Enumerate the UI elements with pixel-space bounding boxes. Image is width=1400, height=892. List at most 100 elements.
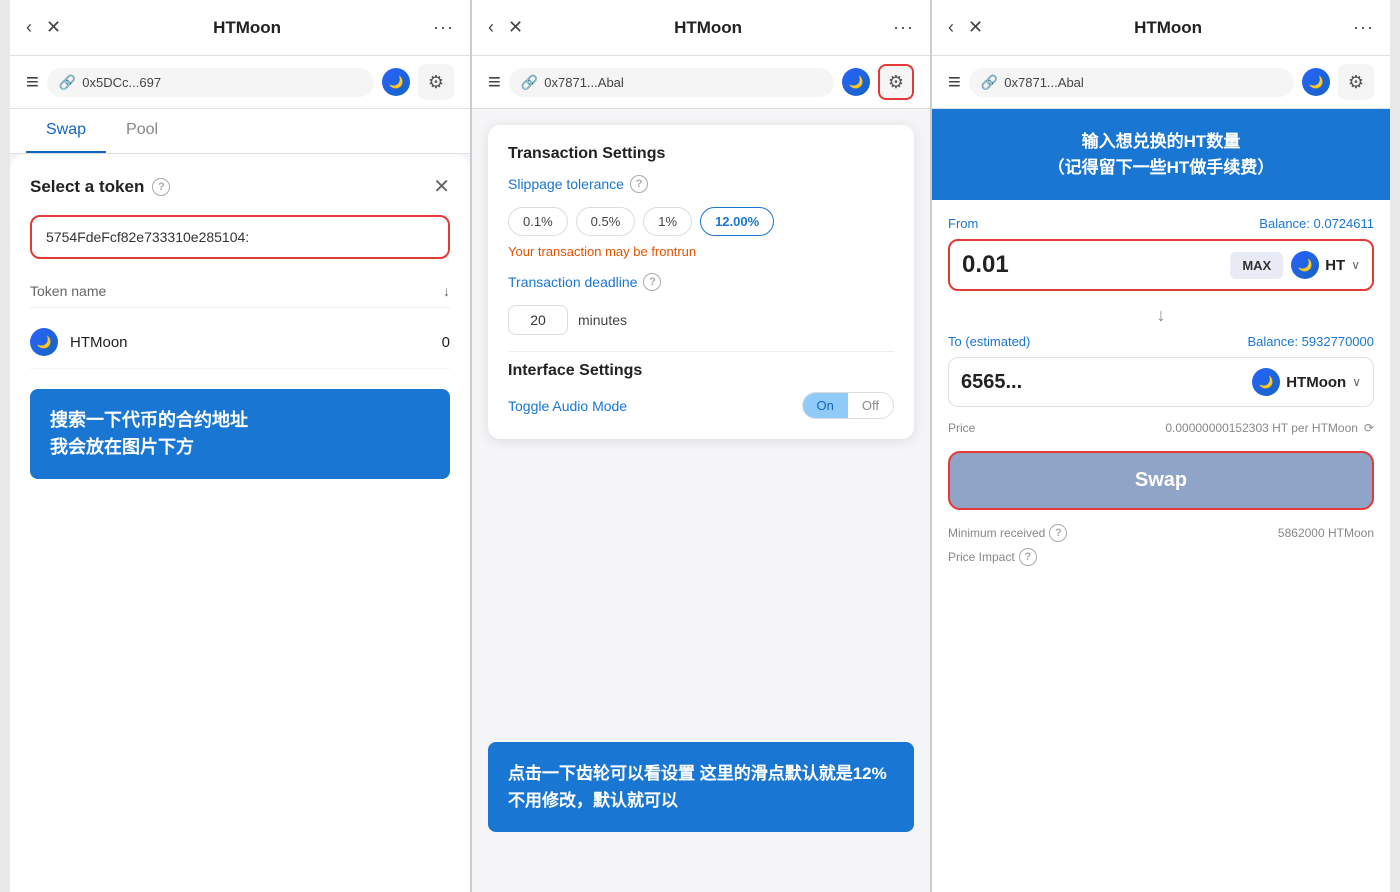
refresh-icon[interactable]: ⟳ — [1364, 421, 1374, 435]
panel-content-2: Transaction Settings Slippage tolerance … — [472, 109, 930, 892]
frontrun-warning: Your transaction may be frontrun — [508, 244, 894, 259]
slippage-01[interactable]: 0.1% — [508, 207, 568, 236]
from-row-labels: From Balance: 0.0724611 — [948, 216, 1374, 231]
annotation-box-1: 搜索一下代币的合约地址我会放在图片下方 — [30, 389, 450, 479]
address-pill-1[interactable]: 🔗 0x5DCc...697 — [47, 68, 374, 97]
back-icon-2[interactable]: ‹ — [488, 17, 494, 38]
to-balance-label: Balance: 5932770000 — [1247, 334, 1374, 349]
close-icon-2[interactable]: ✕ — [508, 17, 523, 38]
page-title-1: HTMoon — [213, 18, 281, 38]
more-icon-2[interactable]: ··· — [893, 17, 914, 38]
address-text-2: 0x7871...Abal — [544, 75, 624, 90]
close-icon-1[interactable]: ✕ — [46, 17, 61, 38]
close-icon-3[interactable]: ✕ — [968, 17, 983, 38]
deadline-input[interactable] — [508, 305, 568, 335]
page-title-3: HTMoon — [1134, 18, 1202, 38]
modal-header: Select a token ? ✕ — [30, 174, 450, 199]
price-impact-help[interactable]: ? — [1019, 548, 1037, 566]
tab-swap-1[interactable]: Swap — [26, 109, 106, 153]
modal-help-icon[interactable]: ? — [152, 178, 170, 196]
slippage-row: Slippage tolerance ? — [508, 175, 894, 193]
toggle-off[interactable]: Off — [848, 393, 893, 418]
transaction-settings-title: Transaction Settings — [508, 145, 894, 163]
select-token-modal: Select a token ? ✕ Token name ↓ 🌙 HTMoon… — [10, 154, 470, 892]
audio-mode-row: Toggle Audio Mode On Off — [508, 392, 894, 419]
price-label: Price — [948, 421, 975, 435]
annotation-text-1: 搜索一下代币的合约地址我会放在图片下方 — [50, 407, 430, 461]
from-token-chevron: ∨ — [1351, 258, 1360, 272]
modal-title: Select a token — [30, 177, 144, 197]
panel-select-token: ‹ ✕ HTMoon ··· ≡ 🔗 0x5DCc...697 🌙 ⚙ Swap… — [10, 0, 470, 892]
top-bar-3: ‹ ✕ HTMoon ··· — [932, 0, 1390, 56]
to-label: To (estimated) — [948, 334, 1030, 349]
swap-header: 输入想兑换的HT数量（记得留下一些HT做手续费） — [932, 109, 1390, 200]
panel-settings: ‹ ✕ HTMoon ··· ≡ 🔗 0x7871...Abal 🌙 ⚙ Tra… — [470, 0, 930, 892]
from-input-row: 0.01 MAX 🌙 HT ∨ — [948, 239, 1374, 291]
sort-icon[interactable]: ↓ — [443, 283, 450, 299]
address-pill-3[interactable]: 🔗 0x7871...Abal — [969, 68, 1294, 97]
toggle-on[interactable]: On — [803, 393, 848, 418]
more-icon-1[interactable]: ··· — [433, 17, 454, 38]
token-list-item-htmoon[interactable]: 🌙 HTMoon 0 — [30, 316, 450, 369]
to-input-row: 6565... 🌙 HTMoon ∨ — [948, 357, 1374, 407]
min-received-label: Minimum received ? — [948, 524, 1067, 542]
slippage-1[interactable]: 1% — [643, 207, 692, 236]
swap-arrow-down: ↓ — [948, 305, 1374, 326]
gear-button-3[interactable]: ⚙ — [1338, 64, 1374, 100]
address-bar-2: ≡ 🔗 0x7871...Abal 🌙 ⚙ — [472, 56, 930, 109]
hamburger-icon-2[interactable]: ≡ — [488, 69, 501, 95]
address-bar-3: ≡ 🔗 0x7871...Abal 🌙 ⚙ — [932, 56, 1390, 109]
slippage-05[interactable]: 0.5% — [576, 207, 636, 236]
annotation-box-2: 点击一下齿轮可以看设置 这里的滑点默认就是12% 不用修改，默认就可以 — [488, 742, 914, 832]
max-button[interactable]: MAX — [1230, 252, 1283, 279]
back-icon-3[interactable]: ‹ — [948, 17, 954, 38]
token-icon-1: 🌙 — [382, 68, 410, 96]
slippage-help-icon[interactable]: ? — [630, 175, 648, 193]
back-icon-1[interactable]: ‹ — [26, 17, 32, 38]
token-search-input[interactable] — [30, 215, 450, 259]
price-impact-label: Price Impact ? — [948, 548, 1037, 566]
address-bar-1: ≡ 🔗 0x5DCc...697 🌙 ⚙ — [10, 56, 470, 109]
token-name-htmoon: HTMoon — [70, 334, 128, 351]
hamburger-icon-1[interactable]: ≡ — [26, 69, 39, 95]
to-token-selector[interactable]: 🌙 HTMoon ∨ — [1252, 368, 1361, 396]
slippage-options: 0.1% 0.5% 1% 12.00% — [508, 207, 894, 236]
settings-divider — [508, 351, 894, 352]
deadline-label: Transaction deadline ? — [508, 273, 661, 291]
deadline-row: minutes — [508, 305, 894, 335]
address-text-1: 0x5DCc...697 — [82, 75, 161, 90]
gear-button-2[interactable]: ⚙ — [878, 64, 914, 100]
top-bar-2: ‹ ✕ HTMoon ··· — [472, 0, 930, 56]
interface-settings-title: Interface Settings — [508, 362, 894, 380]
price-value: 0.00000000152303 HT per HTMoon ⟳ — [1165, 421, 1374, 435]
to-token-chevron: ∨ — [1352, 375, 1361, 389]
address-text-3: 0x7871...Abal — [1004, 75, 1084, 90]
token-icon-htmoon: 🌙 — [30, 328, 58, 356]
hamburger-icon-3[interactable]: ≡ — [948, 69, 961, 95]
gear-button-1[interactable]: ⚙ — [418, 64, 454, 100]
from-token-selector[interactable]: 🌙 HT ∨ — [1291, 251, 1360, 279]
settings-dropdown: Transaction Settings Slippage tolerance … — [488, 125, 914, 439]
slippage-label: Slippage tolerance ? — [508, 175, 648, 193]
annotation-text-2: 点击一下齿轮可以看设置 这里的滑点默认就是12% 不用修改，默认就可以 — [508, 760, 894, 814]
from-label: From — [948, 216, 978, 231]
slippage-12[interactable]: 12.00% — [700, 207, 774, 236]
deadline-help-icon[interactable]: ? — [643, 273, 661, 291]
min-received-help[interactable]: ? — [1049, 524, 1067, 542]
from-balance-label: Balance: 0.0724611 — [1259, 216, 1374, 231]
address-pill-2[interactable]: 🔗 0x7871...Abal — [509, 68, 834, 97]
top-bar-1: ‹ ✕ HTMoon ··· — [10, 0, 470, 56]
panel-content-1: Select a token ? ✕ Token name ↓ 🌙 HTMoon… — [10, 154, 470, 892]
audio-label: Toggle Audio Mode — [508, 398, 627, 414]
tab-pool-1[interactable]: Pool — [106, 109, 178, 153]
modal-close-button[interactable]: ✕ — [433, 174, 450, 199]
list-header-text: Token name — [30, 283, 106, 299]
deadline-label-row: Transaction deadline ? — [508, 273, 894, 291]
link-icon-3: 🔗 — [981, 74, 998, 91]
swap-button[interactable]: Swap — [948, 451, 1374, 510]
more-icon-3[interactable]: ··· — [1353, 17, 1374, 38]
to-amount: 6565... — [961, 371, 1244, 394]
to-token-icon: 🌙 — [1252, 368, 1280, 396]
token-icon-2: 🌙 — [842, 68, 870, 96]
audio-toggle[interactable]: On Off — [802, 392, 894, 419]
